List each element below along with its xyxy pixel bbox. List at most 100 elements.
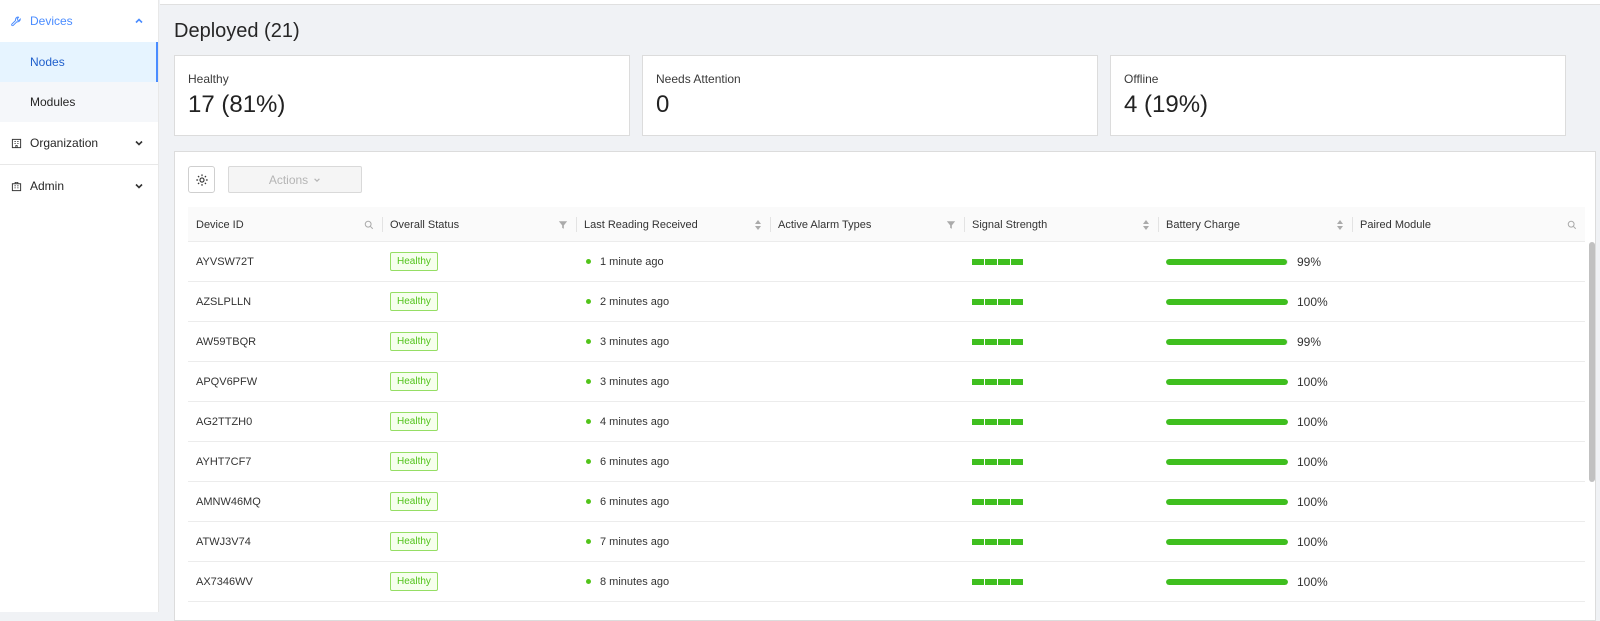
signal-bar: [998, 458, 1010, 465]
cell-battery-charge: 100%: [1158, 282, 1352, 321]
search-icon[interactable]: [364, 220, 374, 230]
signal-bar: [972, 338, 984, 345]
table-row[interactable]: AMNW46MQ Healthy 6 minutes ago 100%: [188, 482, 1585, 522]
cell-device-id[interactable]: AYHT7CF7: [188, 442, 382, 481]
table-row[interactable]: APQV6PFW Healthy 3 minutes ago 100%: [188, 362, 1585, 402]
sort-icon[interactable]: [1336, 219, 1344, 231]
battery-bar-fill: [1166, 338, 1287, 345]
stat-card-needs-attention: Needs Attention 0: [642, 55, 1098, 136]
battery-bar-fill: [1166, 418, 1288, 425]
stat-label: Healthy: [188, 72, 229, 86]
stat-card-healthy: Healthy 17 (81%): [174, 55, 630, 136]
filter-icon[interactable]: [946, 220, 956, 230]
cell-alarm-types: [770, 362, 964, 401]
page-title: Deployed (21): [174, 20, 300, 42]
battery-percent: 100%: [1297, 494, 1328, 509]
table-row[interactable]: AZSLPLLN Healthy 2 minutes ago 100%: [188, 282, 1585, 322]
battery-bar: [1166, 578, 1288, 585]
battery-percent: 100%: [1297, 534, 1328, 549]
table-row[interactable]: ATWJ3V74 Healthy 7 minutes ago 100%: [188, 522, 1585, 562]
signal-bar: [972, 258, 984, 265]
cell-device-id[interactable]: AZSLPLLN: [188, 282, 382, 321]
stat-label: Needs Attention: [656, 72, 741, 86]
cell-device-id[interactable]: ATWJ3V74: [188, 522, 382, 561]
column-header-last-reading[interactable]: Last Reading Received: [576, 207, 770, 242]
table-row[interactable]: AW59TBQR Healthy 3 minutes ago 99%: [188, 322, 1585, 362]
cell-status: Healthy: [382, 522, 576, 561]
table-row[interactable]: AYVSW72T Healthy 1 minute ago 99%: [188, 242, 1585, 282]
chevron-down-icon: [314, 177, 320, 182]
sidebar-group-organization[interactable]: Organization: [0, 122, 158, 164]
cell-paired-module: [1352, 442, 1585, 481]
signal-bar: [972, 378, 984, 385]
battery-percent: 100%: [1297, 294, 1328, 309]
stat-card-offline: Offline 4 (19%): [1110, 55, 1566, 136]
column-title: Signal Strength: [972, 218, 1048, 231]
cell-device-id[interactable]: APQV6PFW: [188, 362, 382, 401]
signal-bar: [1011, 298, 1023, 305]
scrollbar-thumb[interactable]: [1589, 242, 1595, 482]
cell-signal-strength: [964, 362, 1158, 401]
table-body: AYVSW72T Healthy 1 minute ago 99% AZSLPLLN He…: [188, 242, 1585, 617]
battery-bar: [1166, 418, 1288, 425]
cell-status: Healthy: [382, 242, 576, 281]
cell-last-reading: 7 minutes ago: [576, 522, 770, 561]
search-icon[interactable]: [1567, 220, 1577, 230]
actions-label: Actions: [268, 172, 309, 187]
sort-icon[interactable]: [754, 219, 762, 231]
status-dot: [586, 299, 591, 304]
table-settings-button[interactable]: [188, 166, 215, 193]
column-header-signal-strength[interactable]: Signal Strength: [964, 207, 1158, 242]
stat-value: 0: [656, 91, 670, 118]
status-badge: Healthy: [390, 412, 438, 431]
sort-icon[interactable]: [1142, 219, 1150, 231]
battery-bar: [1166, 298, 1288, 305]
cell-last-reading: 1 minute ago: [576, 242, 770, 281]
column-header-active-alarm-types[interactable]: Active Alarm Types: [770, 207, 964, 242]
sidebar-group-devices[interactable]: Devices: [0, 0, 158, 42]
status-dot: [586, 579, 591, 584]
signal-strength-bars: [972, 538, 1023, 545]
cell-alarm-types: [770, 522, 964, 561]
cell-battery-charge: 100%: [1158, 362, 1352, 401]
cell-device-id[interactable]: AW59TBQR: [188, 322, 382, 361]
cell-last-reading: 6 minutes ago: [576, 442, 770, 481]
filter-icon[interactable]: [558, 220, 568, 230]
status-badge: Healthy: [390, 332, 438, 351]
signal-bar: [972, 418, 984, 425]
last-reading-text: 6 minutes ago: [600, 495, 670, 508]
chevron-down-icon: [135, 183, 143, 189]
signal-bar: [985, 458, 997, 465]
actions-dropdown-button[interactable]: Actions: [228, 166, 362, 193]
status-dot: [586, 499, 591, 504]
cell-device-id[interactable]: AG2TTZH0: [188, 402, 382, 441]
table-row[interactable]: AYHT7CF7 Healthy 6 minutes ago 100%: [188, 442, 1585, 482]
status-badge: Healthy: [390, 372, 438, 391]
cell-signal-strength: [964, 402, 1158, 441]
status-dot: [586, 539, 591, 544]
column-header-paired-module[interactable]: Paired Module: [1352, 207, 1585, 242]
column-header-battery-charge[interactable]: Battery Charge: [1158, 207, 1352, 242]
sidebar-item-modules[interactable]: Modules: [0, 82, 158, 122]
table-row[interactable]: AG2TTZH0 Healthy 4 minutes ago 100%: [188, 402, 1585, 442]
sidebar-group-admin[interactable]: Admin: [0, 165, 158, 207]
table-row[interactable]: AX7346WV Healthy 8 minutes ago 100%: [188, 562, 1585, 602]
battery-bar-fill: [1166, 498, 1288, 505]
cell-paired-module: [1352, 562, 1585, 601]
signal-bar: [985, 258, 997, 265]
cell-device-id[interactable]: AX7346WV: [188, 562, 382, 601]
column-header-device-id[interactable]: Device ID: [188, 207, 382, 242]
column-header-overall-status[interactable]: Overall Status: [382, 207, 576, 242]
battery-bar: [1166, 538, 1288, 545]
table-scrollbar[interactable]: [1589, 242, 1595, 617]
signal-bar: [998, 418, 1010, 425]
status-dot: [586, 459, 591, 464]
cell-battery-charge: 100%: [1158, 482, 1352, 521]
cell-device-id[interactable]: AYVSW72T: [188, 242, 382, 281]
battery-percent: 100%: [1297, 574, 1328, 589]
cell-device-id[interactable]: AMNW46MQ: [188, 482, 382, 521]
sidebar-item-nodes[interactable]: Nodes: [0, 42, 158, 82]
column-title: Device ID: [196, 218, 244, 231]
signal-bar: [998, 338, 1010, 345]
last-reading-text: 2 minutes ago: [600, 295, 670, 308]
